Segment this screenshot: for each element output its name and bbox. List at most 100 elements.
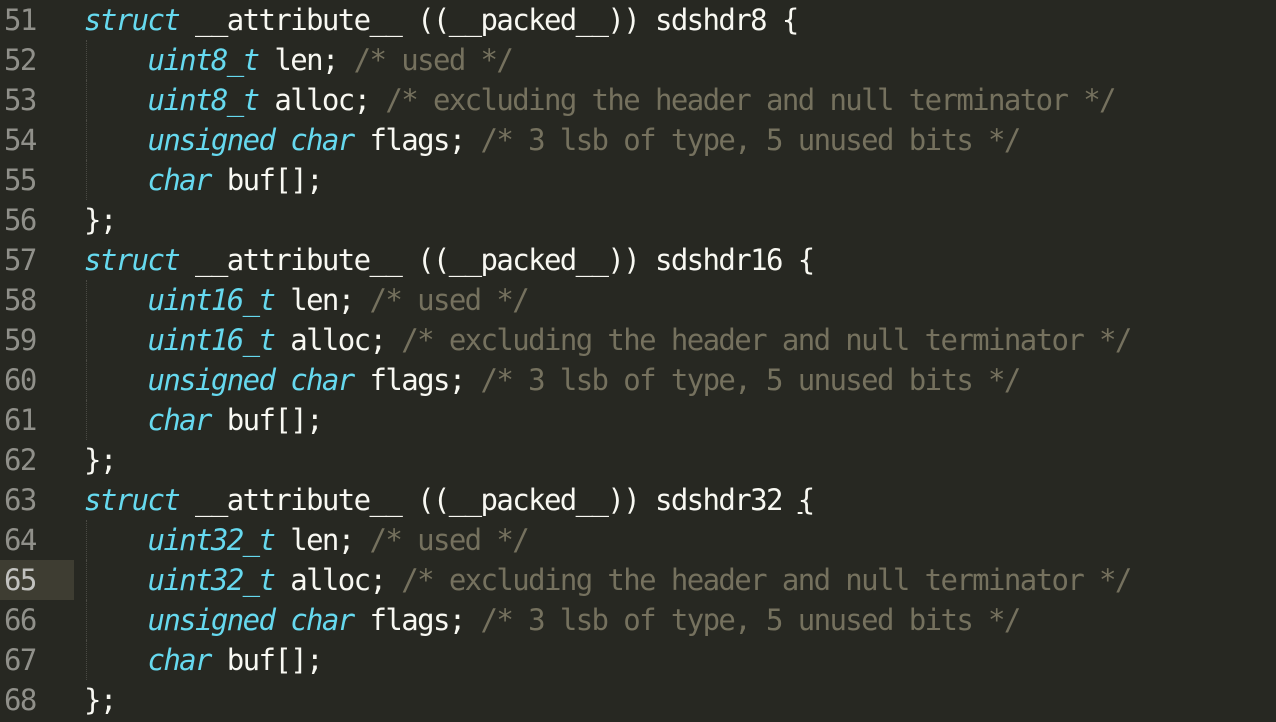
comment: /* 3 lsb of type, 5 unused bits */	[480, 123, 1022, 157]
code-line-58[interactable]: 58 uint16_t len; /* used */	[0, 280, 1276, 320]
line-number: 66	[4, 603, 37, 637]
comment: /* excluding the header and null termina…	[401, 323, 1132, 357]
line-number: 53	[4, 83, 37, 117]
code-line-51[interactable]: 51 struct __attribute__ ((__packed__)) sd…	[0, 0, 1276, 40]
code-token: buf[];	[210, 643, 324, 677]
code-text[interactable]: unsigned char flags; /* 3 lsb of type, 5…	[84, 120, 1022, 160]
code-line-54[interactable]: 54 unsigned char flags; /* 3 lsb of type…	[0, 120, 1276, 160]
code-text[interactable]: uint8_t len; /* used */	[84, 40, 513, 80]
type-keyword: char	[147, 643, 212, 677]
code-token: len;	[274, 523, 370, 557]
line-number: 59	[4, 323, 37, 357]
code-token: };	[84, 683, 117, 717]
type-keyword: unsigned char	[147, 123, 355, 157]
line-number: 56	[4, 203, 37, 237]
code-line-55[interactable]: 55 char buf[];	[0, 160, 1276, 200]
code-token: };	[84, 443, 117, 477]
code-text[interactable]: char buf[];	[84, 640, 324, 680]
code-token: alloc;	[274, 563, 402, 597]
code-text[interactable]: };	[84, 680, 117, 720]
code-token: {	[797, 483, 815, 517]
type-keyword: uint32_t	[147, 523, 275, 557]
code-line-65[interactable]: 65 uint32_t alloc; /* excluding the head…	[0, 560, 1276, 600]
code-text[interactable]: uint32_t len; /* used */	[84, 520, 530, 560]
code-text[interactable]: uint8_t alloc; /* excluding the header a…	[84, 80, 1116, 120]
code-text[interactable]: unsigned char flags; /* 3 lsb of type, 5…	[84, 360, 1021, 400]
code-token: len;	[274, 283, 370, 317]
code-token: flags;	[353, 603, 481, 637]
code-editor[interactable]: 51 struct __attribute__ ((__packed__)) sd…	[0, 0, 1276, 722]
type-keyword: uint8_t	[147, 83, 260, 117]
code-text[interactable]: uint32_t alloc; /* excluding the header …	[84, 560, 1132, 600]
type-keyword: uint32_t	[147, 563, 275, 597]
code-line-53[interactable]: 53 uint8_t alloc; /* excluding the heade…	[0, 80, 1276, 120]
comment: /* used */	[369, 283, 530, 317]
line-number: 61	[4, 403, 37, 437]
code-line-67[interactable]: 67 char buf[];	[0, 640, 1276, 680]
type-keyword: uint16_t	[147, 323, 275, 357]
code-text[interactable]: };	[84, 200, 117, 240]
line-number: 58	[4, 283, 37, 317]
code-line-52[interactable]: 52 uint8_t len; /* used */	[0, 40, 1276, 80]
code-token: __attribute__ ((__packed__)) sdshdr8 {	[179, 3, 799, 37]
line-number: 57	[4, 243, 37, 277]
type-keyword: char	[147, 163, 212, 197]
line-number: 55	[4, 163, 37, 197]
type-keyword: char	[147, 403, 212, 437]
type-keyword: struct	[84, 243, 181, 277]
line-number: 68	[4, 683, 37, 717]
line-number: 60	[4, 363, 37, 397]
line-number: 67	[4, 643, 37, 677]
code-line-61[interactable]: 61 char buf[];	[0, 400, 1276, 440]
code-text[interactable]: char buf[];	[84, 160, 324, 200]
code-token: __attribute__ ((__packed__)) sdshdr32	[179, 483, 798, 517]
code-line-60[interactable]: 60 unsigned char flags; /* 3 lsb of type…	[0, 360, 1276, 400]
type-keyword: unsigned char	[147, 603, 355, 637]
code-token: __attribute__ ((__packed__)) sdshdr16 {	[179, 243, 815, 277]
code-token: buf[];	[210, 163, 324, 197]
code-text[interactable]: unsigned char flags; /* 3 lsb of type, 5…	[84, 600, 1022, 640]
code-token: buf[];	[210, 403, 324, 437]
type-keyword: struct	[84, 483, 181, 517]
code-text[interactable]: uint16_t alloc; /* excluding the header …	[84, 320, 1132, 360]
code-text[interactable]: char buf[];	[84, 400, 324, 440]
code-text[interactable]: uint16_t len; /* used */	[84, 280, 530, 320]
code-line-56[interactable]: 56};	[0, 200, 1276, 240]
code-token: alloc;	[274, 323, 402, 357]
code-token: flags;	[353, 363, 481, 397]
code-text[interactable]: struct __attribute__ ((__packed__)) sdsh…	[84, 0, 799, 40]
code-line-62[interactable]: 62};	[0, 440, 1276, 480]
type-keyword: uint8_t	[147, 43, 260, 77]
code-line-63[interactable]: 63 struct __attribute__ ((__packed__)) sd…	[0, 480, 1276, 520]
code-line-57[interactable]: 57 struct __attribute__ ((__packed__)) sd…	[0, 240, 1276, 280]
code-line-64[interactable]: 64 uint32_t len; /* used */	[0, 520, 1276, 560]
line-number: 62	[4, 443, 37, 477]
line-number: 54	[4, 123, 37, 157]
code-text[interactable]: struct __attribute__ ((__packed__)) sdsh…	[84, 480, 815, 520]
line-number: 51	[4, 3, 37, 37]
comment: /* used */	[369, 523, 530, 557]
comment: /* 3 lsb of type, 5 unused bits */	[480, 603, 1022, 637]
comment: /* excluding the header and null termina…	[385, 83, 1116, 117]
code-line-59[interactable]: 59 uint16_t alloc; /* excluding the head…	[0, 320, 1276, 360]
code-line-66[interactable]: 66 unsigned char flags; /* 3 lsb of type…	[0, 600, 1276, 640]
code-token: alloc;	[258, 83, 386, 117]
comment: /* excluding the header and null termina…	[401, 563, 1132, 597]
code-text[interactable]: };	[84, 440, 117, 480]
code-line-68[interactable]: 68};	[0, 680, 1276, 720]
type-keyword: unsigned char	[147, 363, 355, 397]
line-number: 52	[4, 43, 37, 77]
line-number: 64	[4, 523, 37, 557]
line-number: 63	[4, 483, 37, 517]
code-text[interactable]: struct __attribute__ ((__packed__)) sdsh…	[84, 240, 815, 280]
